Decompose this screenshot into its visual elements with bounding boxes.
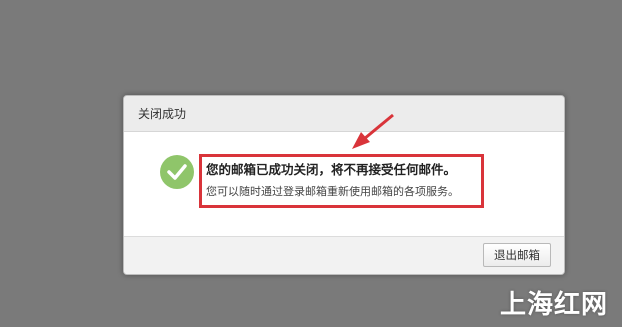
dialog-title: 关闭成功: [138, 107, 187, 121]
message-subtitle: 您可以随时通过登录邮箱重新使用邮箱的各项服务。: [206, 185, 459, 198]
dialog-body: 您的邮箱已成功关闭，将不再接受任何邮件。 您可以随时通过登录邮箱重新使用邮箱的各…: [124, 132, 564, 237]
exit-mailbox-button[interactable]: 退出邮箱: [483, 243, 551, 267]
success-dialog: 关闭成功 您的邮箱已成功关闭，将不再接受任何邮件。 您可以随时通过登录邮箱重新使…: [123, 95, 565, 275]
watermark-logo: 上海红网: [499, 290, 608, 320]
check-circle-icon: [160, 155, 194, 189]
dialog-footer: 退出邮箱: [124, 236, 564, 274]
message-title: 您的邮箱已成功关闭，将不再接受任何邮件。: [206, 162, 457, 177]
dialog-header: 关闭成功: [124, 96, 564, 132]
message-highlight-box: 您的邮箱已成功关闭，将不再接受任何邮件。 您可以随时通过登录邮箱重新使用邮箱的各…: [199, 154, 484, 208]
